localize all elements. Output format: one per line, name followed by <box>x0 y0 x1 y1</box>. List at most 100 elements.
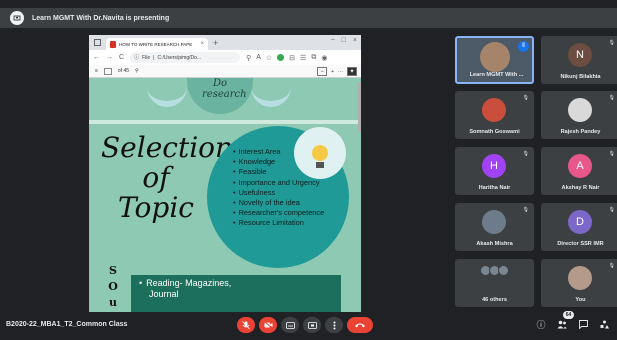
speaking-indicator-icon: ⦀ <box>518 41 529 52</box>
forward-icon[interactable]: → <box>106 54 113 61</box>
pdf-zoom-controls: − + ··· ✦ <box>317 67 357 76</box>
avatar: H <box>482 154 506 178</box>
presenting-banner: Learn MGMT With Dr.Navita is presenting <box>0 8 617 28</box>
participant-tile[interactable]: ⦀ Learn MGMT With ... <box>455 36 534 84</box>
sources-box: Reading- Magazines, Journal <box>131 275 341 312</box>
menu-icon[interactable]: ≡ <box>95 68 98 74</box>
meeting-title: B2020-22_MBA1_T2_Common Class <box>6 321 128 328</box>
list-item: Interest Area <box>233 147 324 157</box>
avatar <box>482 98 506 122</box>
tab-close-icon[interactable]: × <box>200 41 204 47</box>
avatar: A <box>568 154 592 178</box>
page-number-input[interactable] <box>103 67 112 75</box>
list-item: Novelty of the idea <box>233 198 324 208</box>
mic-off-icon: 🎙︎ <box>608 95 615 101</box>
call-controls <box>237 317 373 333</box>
participant-tile[interactable]: N 🎙︎ Nikunj Bilakhia <box>541 36 617 84</box>
participant-tile[interactable]: 🎙︎ Rajesh Pandey <box>541 91 617 139</box>
favorites-icon[interactable]: ☰ <box>300 54 306 62</box>
others-avatars <box>480 265 509 276</box>
captions-icon <box>285 321 295 329</box>
do-research-text: Do research <box>202 78 247 100</box>
side-letter: u <box>109 296 117 309</box>
mic-off-button[interactable] <box>237 317 255 333</box>
list-item-continuation: Journal <box>149 289 179 299</box>
presenting-icon <box>10 11 24 25</box>
list-item: Knowledge <box>233 157 324 167</box>
presenting-text: Learn MGMT With Dr.Navita is presenting <box>32 14 170 22</box>
mic-off-icon <box>242 320 250 329</box>
address-bar: ← → C ⓘ File | C:/Users/pimg/Do... ⚲ A ☆… <box>89 50 361 65</box>
participant-tile[interactable]: H 🎙︎ Haritha Nair <box>455 147 534 195</box>
participant-name: Akash Mishra <box>476 241 513 247</box>
participant-name: 46 others <box>482 297 507 303</box>
profile-icon[interactable]: ◉ <box>321 54 327 62</box>
sources-vertical-heading: S O u <box>101 263 125 312</box>
back-icon[interactable]: ← <box>93 54 100 61</box>
url-input[interactable]: ⓘ File | C:/Users/pimg/Do... <box>130 52 241 63</box>
avatar <box>568 98 592 122</box>
split-screen-icon[interactable]: ⊟ <box>289 54 295 62</box>
side-letter: O <box>108 280 118 293</box>
mic-off-icon: 🎙︎ <box>608 40 615 46</box>
reload-icon[interactable]: C <box>119 54 124 61</box>
activities-icon[interactable] <box>598 318 610 330</box>
star-icon[interactable]: ☆ <box>266 54 272 62</box>
camera-off-icon <box>263 321 273 329</box>
browser-tab[interactable]: HOW TO WRITE RESEARCH PAPE × <box>106 38 208 50</box>
search-icon[interactable]: ⚲ <box>246 54 251 62</box>
participant-name: Akshay R Nair <box>561 185 600 191</box>
browser-tab-bar: HOW TO WRITE RESEARCH PAPE × + − □ × <box>89 35 361 50</box>
side-letter: S <box>109 264 117 277</box>
url-text: C:/Users/pimg/Do... <box>157 54 202 61</box>
font-size-icon[interactable]: A <box>256 54 261 61</box>
collections-icon[interactable]: ⧉ <box>311 54 316 62</box>
participant-name: You <box>575 297 586 303</box>
mic-off-icon: 🎙︎ <box>522 151 529 157</box>
participant-tile[interactable]: 🎙︎ Somnath Goswami <box>455 91 534 139</box>
minimize-icon[interactable]: − <box>331 37 335 44</box>
more-options-button[interactable] <box>325 317 343 333</box>
mic-off-icon: 🎙︎ <box>608 207 615 213</box>
extension-icon[interactable] <box>277 54 285 61</box>
scrollbar[interactable] <box>358 82 361 132</box>
zoom-out-button[interactable]: − <box>317 67 328 76</box>
chat-icon[interactable] <box>577 318 589 330</box>
meeting-details-icon[interactable]: ⓘ <box>535 318 547 330</box>
avatar <box>482 210 506 234</box>
pdf-icon <box>110 40 116 48</box>
maximize-icon[interactable]: □ <box>342 37 346 44</box>
people-icon[interactable] <box>556 318 568 330</box>
meet-window: Learn MGMT With Dr.Navita is presenting … <box>0 0 617 340</box>
leave-call-button[interactable] <box>347 317 373 333</box>
slide-heading: Selection of Topic <box>101 131 234 224</box>
captions-button[interactable] <box>281 317 299 333</box>
shared-screen: HOW TO WRITE RESEARCH PAPE × + − □ × ← →… <box>89 35 361 312</box>
search-icon[interactable]: ⚲ <box>135 68 139 74</box>
extensions-area: ⚲ A ☆ ⊟ ☰ ⧉ ◉ <box>246 54 327 62</box>
new-tab-button[interactable]: + <box>213 38 218 48</box>
participant-tile[interactable]: D 🎙︎ Director SSR IMR <box>541 203 617 251</box>
close-window-icon[interactable]: × <box>353 37 357 44</box>
avatar <box>498 265 509 276</box>
zoom-in-button[interactable]: + <box>331 69 334 75</box>
pdf-toolbar: ≡ of 45 ⚲ − + ··· ✦ <box>89 65 361 78</box>
url-scheme-label: File <box>142 54 151 61</box>
participant-tile[interactable]: A 🎙︎ Akshay R Nair <box>541 147 617 195</box>
more-options-button[interactable]: ··· <box>338 69 343 75</box>
tab-title: HOW TO WRITE RESEARCH PAPE <box>119 41 193 47</box>
list-item: Usefulness <box>233 188 324 198</box>
participant-tile[interactable]: 🎙︎ You <box>541 259 617 307</box>
participant-tile[interactable]: 46 others <box>455 259 534 307</box>
present-now-button[interactable] <box>303 317 321 333</box>
hang-up-icon <box>355 323 365 328</box>
pin-icon[interactable]: ✦ <box>347 67 357 76</box>
camera-off-button[interactable] <box>259 317 277 333</box>
participant-tile[interactable]: 🎙︎ Akash Mishra <box>455 203 534 251</box>
participant-name: Rajesh Pandey <box>560 129 601 135</box>
criteria-list: Interest Area Knowledge Feasible Importa… <box>233 147 325 229</box>
tab-actions-icon[interactable] <box>94 39 101 46</box>
list-item: Feasible <box>233 167 324 177</box>
participant-name: Haritha Nair <box>478 185 511 191</box>
url-divider: | <box>153 54 155 61</box>
